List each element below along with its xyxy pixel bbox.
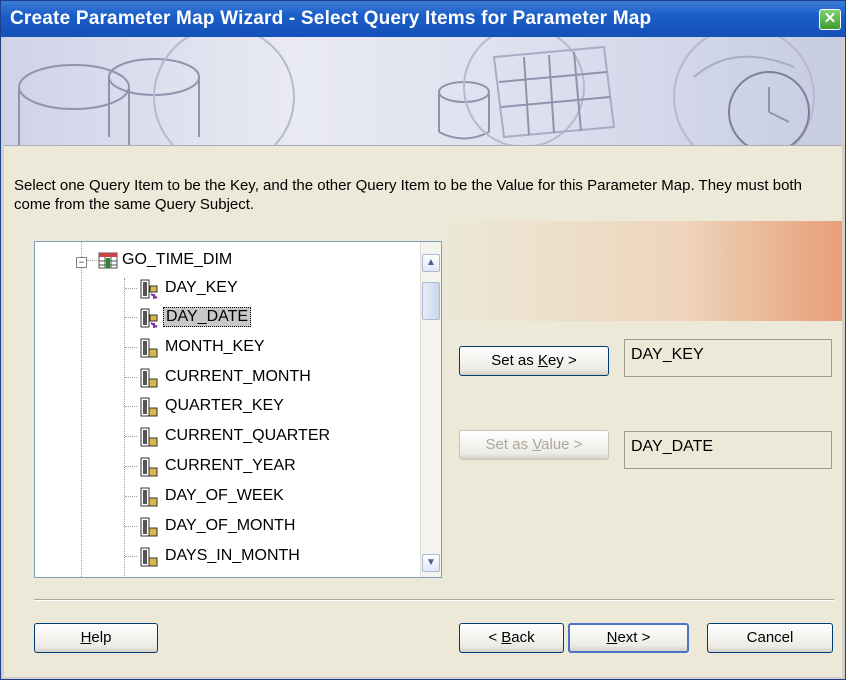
- scroll-down-button[interactable]: ▼: [422, 554, 440, 572]
- query-item-icon: [140, 457, 158, 477]
- set-as-key-button[interactable]: Set as Key >: [459, 346, 609, 376]
- tree-line: [125, 556, 137, 557]
- button-accelerator: K: [537, 352, 548, 369]
- query-item-icon: [140, 397, 158, 417]
- tree-item[interactable]: CURRENT_QUARTER: [35, 423, 415, 451]
- tree-item-label: DAY_KEY: [165, 279, 238, 296]
- button-label: Set as: [491, 352, 538, 369]
- tree-item[interactable]: DAY_KEY: [35, 275, 415, 303]
- query-item-icon: [140, 487, 158, 507]
- query-item-icon: [140, 368, 158, 388]
- tree-item-label: DAY_OF_WEEK: [165, 487, 284, 504]
- tree-item-label: MONTH_KEY: [165, 338, 265, 355]
- set-as-value-button[interactable]: Set as Value >: [459, 430, 609, 460]
- tree-line: [125, 406, 137, 407]
- tree-line: [125, 526, 137, 527]
- scroll-up-button[interactable]: ▲: [422, 254, 440, 272]
- tree-item-selected[interactable]: DAY_DATE: [35, 304, 415, 332]
- value-field[interactable]: DAY_DATE: [624, 431, 832, 469]
- tree-line: [125, 377, 137, 378]
- button-label: alue >: [541, 436, 583, 453]
- button-label: ack: [511, 629, 535, 646]
- tree-item[interactable]: DAY_OF_MONTH: [35, 513, 415, 541]
- tree-item-label: CURRENT_YEAR: [165, 457, 296, 474]
- tree-node-root[interactable]: − GO_TIME_DIM: [35, 247, 415, 275]
- help-button[interactable]: Help: [34, 623, 158, 653]
- tree-item[interactable]: MONTH_KEY: [35, 334, 415, 362]
- query-item-icon: [140, 338, 158, 358]
- banner-illustration: [18, 37, 815, 145]
- button-label: elp: [91, 629, 112, 646]
- wizard-content: Select one Query Item to be the Key, and…: [4, 146, 842, 677]
- tree-item[interactable]: QUARTER_KEY: [35, 393, 415, 421]
- query-item-icon: [140, 547, 158, 567]
- query-item-icon: [140, 517, 158, 537]
- tree-line: [125, 288, 137, 289]
- query-subject-icon: [98, 252, 118, 269]
- query-item-value-icon: [140, 308, 158, 328]
- button-accelerator: B: [501, 629, 512, 646]
- button-accelerator: H: [80, 629, 92, 646]
- tree-item-label: DAY_DATE: [163, 307, 252, 327]
- title-bar[interactable]: Create Parameter Map Wizard - Select Que…: [1, 1, 845, 37]
- button-accelerator: V: [532, 436, 542, 453]
- tree-line: [125, 496, 137, 497]
- tree-item-label: DAY_OF_MONTH: [165, 517, 296, 534]
- button-label: ext >: [617, 629, 651, 646]
- window-title: Create Parameter Map Wizard - Select Que…: [10, 8, 652, 29]
- tree-line: [87, 260, 97, 261]
- button-label: <: [488, 629, 502, 646]
- wizard-window: Create Parameter Map Wizard - Select Que…: [0, 0, 846, 680]
- tree-item[interactable]: DAYS_IN_MONTH: [35, 543, 415, 571]
- back-button[interactable]: < Back: [459, 623, 564, 653]
- key-field[interactable]: DAY_KEY: [624, 339, 832, 377]
- tree-line: [125, 466, 137, 467]
- cancel-button[interactable]: Cancel: [707, 623, 833, 653]
- tree-item-label: CURRENT_QUARTER: [165, 427, 331, 444]
- next-button[interactable]: Next >: [568, 623, 689, 653]
- tree-line: [125, 317, 137, 318]
- tree-line: [125, 347, 137, 348]
- wizard-banner: [4, 37, 842, 146]
- collapse-icon[interactable]: −: [76, 257, 87, 268]
- query-item-key-icon: [140, 279, 158, 299]
- tree-item[interactable]: DAY_OF_WEEK: [35, 483, 415, 511]
- instructions-text: Select one Query Item to be the Key, and…: [14, 177, 802, 213]
- query-item-tree[interactable]: − GO_TIME_DIM DAY_KEY DAY_DATE MONTH_KEY…: [34, 241, 442, 578]
- query-item-icon: [140, 427, 158, 447]
- separator: [34, 599, 834, 601]
- tree-item[interactable]: CURRENT_MONTH: [35, 364, 415, 392]
- close-button[interactable]: ✕: [819, 9, 841, 30]
- scroll-thumb[interactable]: [422, 282, 440, 320]
- tree-node-label: GO_TIME_DIM: [122, 251, 233, 268]
- button-label: ey >: [547, 352, 577, 369]
- tree-item-label: DAYS_IN_MONTH: [165, 547, 300, 564]
- tree-item[interactable]: CURRENT_YEAR: [35, 453, 415, 481]
- button-label: Set as: [485, 436, 533, 453]
- button-accelerator: N: [606, 629, 618, 646]
- decorative-band: [439, 221, 842, 321]
- tree-scrollbar[interactable]: ▲ ▼: [420, 242, 441, 577]
- close-icon: ✕: [823, 10, 837, 27]
- chevron-up-icon: ▲: [426, 257, 436, 268]
- chevron-down-icon: ▼: [426, 557, 436, 568]
- tree-line: [125, 436, 137, 437]
- tree-item-label: CURRENT_MONTH: [165, 368, 311, 385]
- tree-item-label: QUARTER_KEY: [165, 397, 284, 414]
